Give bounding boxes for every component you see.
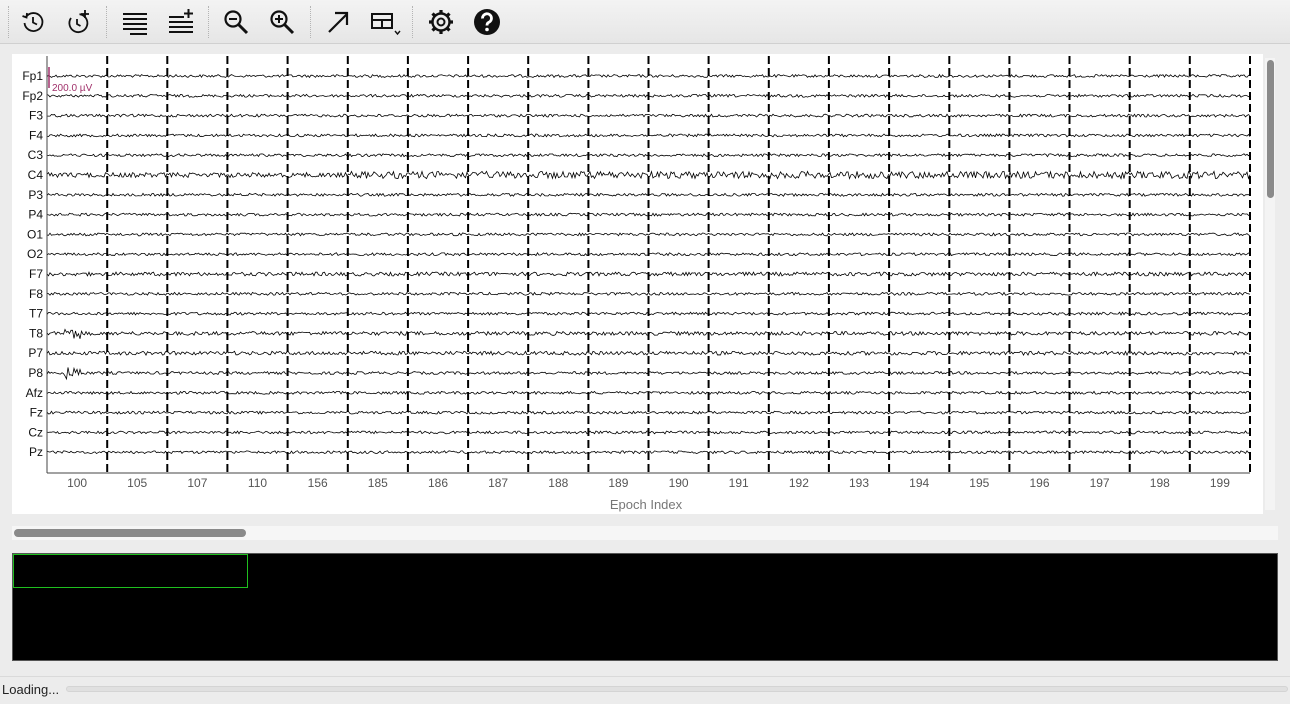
horizontal-scrollbar[interactable] (12, 526, 1278, 540)
channel-label: Fp1 (22, 69, 43, 83)
help-icon (474, 9, 500, 35)
epoch-label: 190 (669, 476, 689, 490)
loading-progress-bar (66, 686, 1288, 692)
layout-button[interactable] (368, 5, 402, 39)
epoch-label: 192 (789, 476, 809, 490)
overview-panel[interactable] (12, 553, 1278, 661)
annotate-button[interactable] (321, 5, 355, 39)
eeg-plot[interactable]: Fp1 Fp2 F3 F4 C3 C4 P3 P4 O1 O2 F7 F8 T7 T8 P7 P8 Afz Fz C… (12, 54, 1263, 514)
toolbar-grip (8, 6, 9, 38)
zoom-out-icon (224, 10, 249, 35)
gear-icon (429, 10, 453, 34)
scale-label: 200.0 µV (52, 83, 93, 94)
layout-grid-icon (371, 13, 401, 36)
toolbar-separator (412, 6, 413, 38)
channel-label: C3 (28, 148, 44, 162)
lines-add-icon (169, 9, 193, 33)
epoch-label: 199 (1210, 476, 1230, 490)
channels-add-button[interactable] (164, 5, 198, 39)
help-button[interactable] (470, 5, 504, 39)
epoch-label: 156 (308, 476, 328, 490)
epoch-label: 107 (187, 476, 207, 490)
channel-labels: Fp1 Fp2 F3 F4 C3 C4 P3 P4 O1 O2 F7 F8 T7 T8 P7 P8 Afz Fz C… (22, 69, 43, 459)
channel-label: C4 (28, 168, 44, 182)
epoch-label: 188 (548, 476, 568, 490)
overview-selection-window[interactable] (13, 554, 248, 588)
channel-label: F3 (29, 109, 43, 123)
channel-label: Cz (28, 425, 43, 439)
epoch-label: 193 (849, 476, 869, 490)
epoch-label: 195 (969, 476, 989, 490)
zoom-out-button[interactable] (219, 5, 253, 39)
channel-label: Afz (26, 386, 43, 400)
channel-label: T7 (29, 307, 43, 321)
vertical-scrollbar-thumb[interactable] (1267, 60, 1274, 198)
channel-label: F4 (29, 128, 43, 142)
channel-label: T8 (29, 326, 43, 340)
epoch-labels: 100 105 107 110 156 185 186 187 188 189 190 191 192 1… (67, 476, 1230, 490)
channels-button[interactable] (118, 5, 152, 39)
history-icon (22, 12, 44, 32)
status-text: Loading... (2, 682, 60, 697)
zoom-in-button[interactable] (265, 5, 299, 39)
vertical-scrollbar[interactable] (1265, 58, 1275, 510)
toolbar-separator (106, 6, 107, 38)
toolbar (0, 0, 1290, 44)
channel-label: Pz (29, 445, 43, 459)
status-bar: Loading... (0, 676, 1290, 704)
zoom-in-icon (270, 10, 295, 35)
epoch-label: 186 (428, 476, 448, 490)
channel-label: P4 (28, 208, 43, 222)
history-add-icon (68, 10, 89, 34)
eeg-plot-panel[interactable]: Fp1 Fp2 F3 F4 C3 C4 P3 P4 O1 O2 F7 F8 T7 T8 P7 P8 Afz Fz C… (12, 54, 1263, 514)
channel-label: O2 (27, 247, 43, 261)
x-axis-label: Epoch Index (610, 497, 683, 512)
arrow-diagonal-icon (328, 11, 349, 33)
channel-label: P8 (28, 366, 43, 380)
horizontal-scrollbar-thumb[interactable] (14, 529, 246, 537)
channel-label: P7 (28, 346, 43, 360)
channel-label: F7 (29, 267, 43, 281)
epoch-label: 198 (1150, 476, 1170, 490)
epoch-label: 197 (1090, 476, 1110, 490)
epoch-label: 105 (127, 476, 147, 490)
channel-label: F8 (29, 287, 43, 301)
toolbar-separator (310, 6, 311, 38)
lines-icon (123, 13, 147, 35)
eeg-trace (46, 291, 1251, 296)
epoch-label: 100 (67, 476, 87, 490)
epoch-label: 191 (729, 476, 749, 490)
channel-label: P3 (28, 188, 43, 202)
channel-label: Fp2 (22, 89, 43, 103)
epoch-dividers (106, 56, 1251, 473)
eeg-trace (46, 232, 1251, 237)
epoch-label: 189 (608, 476, 628, 490)
epoch-label: 196 (1029, 476, 1049, 490)
toolbar-separator (208, 6, 209, 38)
epoch-label: 110 (248, 476, 267, 490)
channel-label: Fz (30, 406, 43, 420)
history-add-button[interactable] (61, 5, 95, 39)
channel-label: O1 (27, 227, 43, 241)
epoch-label: 194 (909, 476, 929, 490)
epoch-label: 187 (488, 476, 508, 490)
history-back-button[interactable] (16, 5, 50, 39)
settings-button[interactable] (424, 5, 458, 39)
epoch-label: 185 (368, 476, 388, 490)
